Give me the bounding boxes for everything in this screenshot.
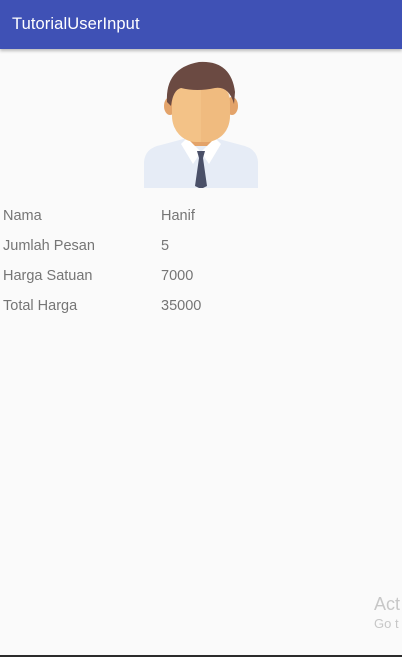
info-row-harga-satuan: Harga Satuan 7000 bbox=[3, 264, 303, 294]
watermark-line2: Go t bbox=[374, 616, 399, 631]
info-label: Jumlah Pesan bbox=[3, 238, 95, 254]
info-row-total-harga: Total Harga 35000 bbox=[3, 294, 303, 324]
app-bar: TutorialUserInput bbox=[0, 0, 402, 49]
info-value: 35000 bbox=[161, 298, 202, 314]
info-label: Nama bbox=[3, 208, 42, 224]
info-row-jumlah-pesan: Jumlah Pesan 5 bbox=[3, 234, 303, 264]
watermark-line1: Act bbox=[374, 594, 401, 614]
info-label: Harga Satuan bbox=[3, 268, 93, 284]
info-value: Hanif bbox=[161, 208, 195, 224]
info-label: Total Harga bbox=[3, 298, 78, 314]
info-value: 5 bbox=[161, 238, 170, 254]
activate-windows-watermark: Act Go t bbox=[374, 593, 402, 633]
info-row-nama: Nama Hanif bbox=[3, 204, 303, 234]
user-avatar-icon bbox=[143, 58, 259, 189]
info-value: 7000 bbox=[161, 268, 194, 284]
app-title: TutorialUserInput bbox=[12, 15, 140, 33]
order-info-table: Nama Hanif Jumlah Pesan 5 Harga Satuan 7… bbox=[3, 204, 303, 324]
